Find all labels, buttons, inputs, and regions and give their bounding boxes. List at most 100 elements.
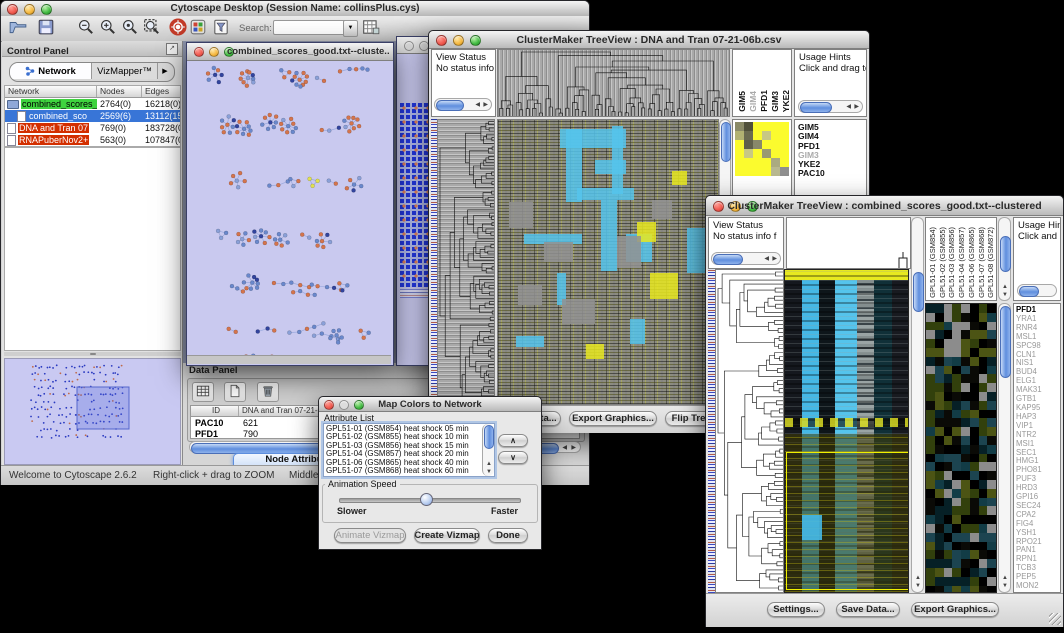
scroll-left-arrow[interactable]: ◀ (764, 256, 769, 262)
matrix-cell[interactable] (762, 167, 771, 176)
attr-col-id[interactable]: ID (191, 406, 239, 416)
attribute-table-icon[interactable] (362, 18, 382, 38)
scrollbar-thumb[interactable] (484, 425, 494, 449)
treeview1-titlebar[interactable]: ClusterMaker TreeView : DNA and Tran 07-… (429, 31, 869, 49)
settings-button[interactable]: Settings... (767, 602, 825, 617)
scrollbar-thumb[interactable] (913, 272, 924, 312)
tv2-labels-vscrollbar[interactable]: ▲ ▼ (998, 217, 1011, 301)
birdseye-viewport-rect[interactable] (77, 387, 129, 429)
network2-grid-view[interactable] (400, 103, 428, 287)
scroll-up-arrow[interactable]: ▲ (1002, 575, 1008, 581)
matrix-cell[interactable] (771, 122, 780, 131)
zoom-fit-icon[interactable] (143, 18, 163, 38)
filter-icon[interactable] (212, 18, 232, 38)
tv2-column-labels-panel[interactable]: GPL51-01 (GSM854)GPL51-02 (GSM855)GPL51-… (925, 217, 997, 301)
scrollbar-thumb[interactable] (721, 122, 731, 162)
scrollbar-thumb[interactable] (713, 254, 743, 265)
col-header-nodes[interactable]: Nodes (97, 86, 142, 97)
array-column-label[interactable]: GPL51-06 (GSM865) (967, 227, 977, 298)
zoom-out-icon[interactable] (77, 18, 97, 38)
matrix-cell[interactable] (771, 167, 780, 176)
create-vizmap-button[interactable]: Create Vizmap (414, 528, 480, 543)
matrix-cell[interactable] (762, 122, 771, 131)
tab-network[interactable]: Network (10, 63, 92, 79)
matrix-gene-label[interactable]: PAC10 (798, 169, 866, 178)
tab-vizmapper[interactable]: VizMapper™ (92, 63, 158, 79)
matrix-cell[interactable] (735, 122, 744, 131)
panel-splitter[interactable] (4, 352, 181, 356)
network-table-row[interactable]: DNA and Tran 07769(0)183728(0) (5, 122, 180, 134)
tv1-row-dendrogram[interactable] (437, 119, 495, 405)
resize-grip[interactable] (1049, 613, 1061, 625)
help-icon[interactable] (169, 18, 189, 38)
matrix-cell[interactable] (735, 158, 744, 167)
column-gene-label[interactable]: YKE2 (781, 90, 791, 112)
speed-slider-thumb[interactable] (420, 493, 433, 506)
save-icon[interactable] (37, 18, 57, 38)
tv1-column-labels-panel[interactable]: GIM5GIM4PFD1GIM3YKE2PAC10 (732, 49, 792, 117)
treeview2-titlebar[interactable]: ClusterMaker TreeView : combined_scores_… (706, 196, 1063, 216)
tv1-status-hscrollbar[interactable]: ◀ ▶ (434, 98, 492, 111)
scroll-right-arrow[interactable]: ▶ (854, 104, 859, 110)
tv2-main-vscrollbar[interactable]: ▲ ▼ (911, 217, 924, 593)
table-icon[interactable] (192, 382, 214, 402)
open-folder-icon[interactable] (9, 18, 29, 38)
scroll-left-arrow[interactable]: ◀ (562, 445, 567, 451)
scroll-down-arrow[interactable]: ▼ (915, 583, 921, 589)
animate-vizmap-button[interactable]: Animate Vizmap (334, 528, 406, 543)
matrix-cell[interactable] (780, 158, 789, 167)
array-column-label[interactable]: GPL51-07 (GSM868) (977, 227, 987, 298)
matrix-cell[interactable] (735, 167, 744, 176)
matrix-cell[interactable] (771, 131, 780, 140)
zoom-in-icon[interactable] (99, 18, 119, 38)
new-doc-icon[interactable] (224, 382, 246, 402)
matrix-cell[interactable] (762, 131, 771, 140)
array-column-label[interactable]: GPL51-02 (GSM855) (938, 227, 948, 298)
attribute-list-item[interactable]: GPL51-07 (GSM868) heat shock 60 min (324, 467, 494, 475)
scrollbar-thumb[interactable] (1000, 306, 1011, 378)
save-data-button[interactable]: Save Data... (836, 602, 900, 617)
matrix-cell[interactable] (771, 140, 780, 149)
matrix-cell[interactable] (744, 158, 753, 167)
matrix-cell[interactable] (780, 122, 789, 131)
zoom-selected-icon[interactable] (121, 18, 141, 38)
matrix-cell[interactable] (753, 158, 762, 167)
scroll-up-arrow[interactable]: ▲ (486, 461, 492, 467)
tv1-main-heatmap[interactable] (497, 119, 719, 405)
trash-icon[interactable] (257, 382, 279, 402)
column-gene-label[interactable]: GIM3 (770, 91, 780, 112)
matrix-cell[interactable] (753, 131, 762, 140)
network-table-row[interactable]: combined_sco2569(6)13112(15) (5, 110, 180, 122)
matrix-cell[interactable] (780, 167, 789, 176)
col-header-edges[interactable]: Edges (142, 86, 181, 97)
matrix-cell[interactable] (762, 158, 771, 167)
close-button[interactable] (194, 47, 204, 57)
column-gene-label[interactable]: GIM5 (737, 91, 747, 112)
network-table-row[interactable]: combined_scores_2764(0)16218(0) (5, 98, 180, 110)
gene-label[interactable]: MON2 (1016, 582, 1060, 591)
attribute-listbox[interactable]: GPL51-01 (GSM854) heat shock 05 minGPL51… (323, 423, 495, 477)
export-graphics-button[interactable]: Export Graphics... (569, 411, 657, 426)
tv1-column-dendrogram[interactable] (497, 49, 730, 117)
search-input[interactable] (273, 20, 347, 35)
network-table-row[interactable]: RNAPuberNov2+563(0)107847(0) (5, 134, 180, 146)
search-dropdown-button[interactable]: ▼ (343, 20, 358, 37)
tv2-main-heatmap[interactable] (784, 269, 909, 593)
scroll-up-arrow[interactable]: ▲ (915, 575, 921, 581)
tv2-secondary-heatmap[interactable] (925, 303, 997, 593)
move-up-button[interactable]: ∧ (498, 434, 528, 447)
matrix-cell[interactable] (744, 122, 753, 131)
scroll-up-arrow[interactable]: ▲ (1002, 284, 1008, 290)
matrix-cell[interactable] (780, 131, 789, 140)
matrix-cell[interactable] (753, 167, 762, 176)
export-graphics-button[interactable]: Export Graphics... (911, 602, 999, 617)
scrollbar-thumb[interactable] (436, 100, 464, 111)
matrix-cell[interactable] (753, 122, 762, 131)
matrix-cell[interactable] (780, 140, 789, 149)
scroll-down-arrow[interactable]: ▼ (1002, 292, 1008, 298)
matrix-cell[interactable] (744, 149, 753, 158)
tv2-gene-labels-panel[interactable]: PFD1YRA1RNR4MSL1SPC98CLN1NIS1BUD4ELG1MAK… (1013, 303, 1061, 593)
matrix-cell[interactable] (744, 167, 753, 176)
tv2-status-hscrollbar[interactable]: ◀ ▶ (711, 252, 781, 265)
scroll-right-arrow[interactable]: ▶ (571, 445, 576, 451)
